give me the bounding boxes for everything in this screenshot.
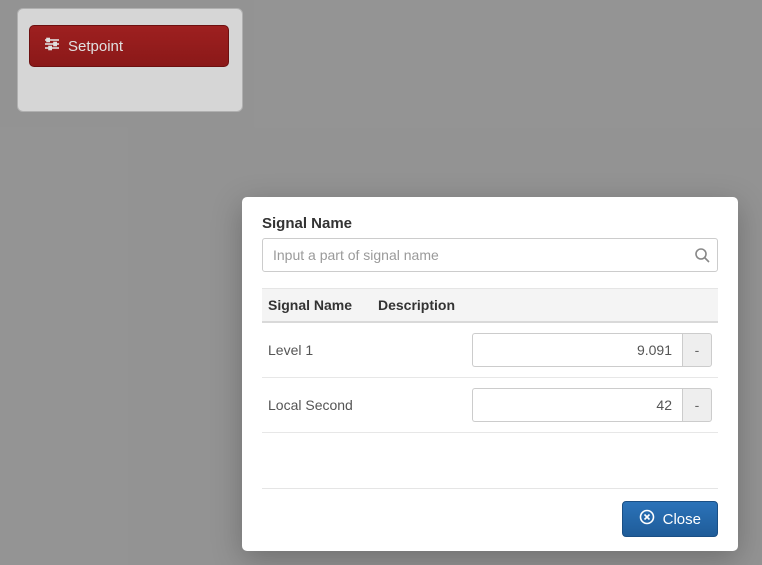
- description-cell: [372, 378, 462, 433]
- signal-modal: Signal Name Signal Name Description Leve…: [242, 197, 738, 551]
- value-cell: -: [462, 378, 718, 433]
- description-cell: [372, 322, 462, 378]
- table-row: Local Second -: [262, 378, 718, 433]
- signal-name-cell: Level 1: [262, 322, 372, 378]
- signals-table: Signal Name Description Level 1 - Local …: [262, 288, 718, 433]
- close-icon: [639, 509, 655, 529]
- signal-name-label: Signal Name: [262, 215, 718, 232]
- col-signal-name: Signal Name: [262, 289, 372, 323]
- table-row: Level 1 -: [262, 322, 718, 378]
- signal-value-input[interactable]: [472, 333, 682, 367]
- signal-name-cell: Local Second: [262, 378, 372, 433]
- col-value: [462, 289, 718, 323]
- col-description: Description: [372, 289, 462, 323]
- search-icon[interactable]: [694, 247, 710, 263]
- unit-box: -: [682, 388, 712, 422]
- close-button-label: Close: [663, 511, 701, 528]
- signal-search-wrap: [262, 238, 718, 272]
- modal-footer: Close: [262, 488, 718, 537]
- signal-value-input[interactable]: [472, 388, 682, 422]
- unit-box: -: [682, 333, 712, 367]
- value-cell: -: [462, 322, 718, 378]
- signal-search-input[interactable]: [262, 238, 718, 272]
- close-button[interactable]: Close: [622, 501, 718, 537]
